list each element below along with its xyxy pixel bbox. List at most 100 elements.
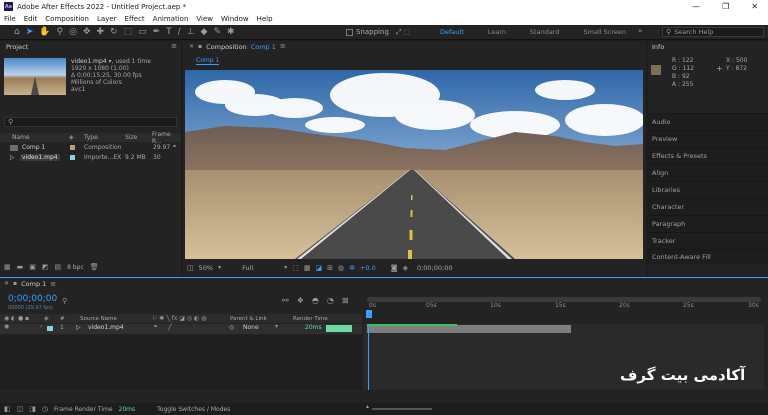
- col-parent-link[interactable]: Parent & Link: [230, 316, 267, 322]
- grid-icon[interactable]: ⊞: [327, 264, 333, 272]
- flowchart-icon[interactable]: ⚭: [172, 144, 177, 150]
- mask-visibility-icon[interactable]: ◪: [315, 264, 322, 272]
- minimize-icon[interactable]: —: [692, 2, 700, 11]
- project-tab[interactable]: Project: [6, 43, 28, 51]
- parent-select[interactable]: None: [243, 324, 259, 331]
- col-name[interactable]: Name: [12, 134, 30, 141]
- col-size[interactable]: Size: [125, 134, 137, 141]
- close-tab-icon[interactable]: ✕: [189, 43, 194, 50]
- resolution-select[interactable]: Full: [242, 264, 253, 272]
- composition-tab[interactable]: Composition: [206, 43, 247, 51]
- paragraph-panel-tab[interactable]: Paragraph: [648, 215, 768, 231]
- align-panel-tab[interactable]: Align: [648, 164, 768, 180]
- audio-panel-tab[interactable]: Audio: [648, 113, 768, 129]
- color-depth-icon[interactable]: ▤: [55, 264, 62, 271]
- info-tab[interactable]: Info: [652, 43, 664, 51]
- menu-help[interactable]: Help: [257, 15, 273, 23]
- timeline-tab[interactable]: Comp 1: [21, 280, 46, 288]
- content-aware-fill-panel-tab[interactable]: Content-Aware Fill: [648, 249, 768, 264]
- playhead-marker[interactable]: [366, 310, 372, 318]
- col-render-time[interactable]: Render Time: [293, 316, 328, 322]
- home-icon[interactable]: ⌂: [14, 27, 20, 37]
- zoom-tool-icon[interactable]: ⚲: [56, 27, 63, 37]
- new-folder-icon[interactable]: ▬: [17, 264, 24, 271]
- menu-composition[interactable]: Composition: [45, 15, 89, 23]
- panel-menu-icon[interactable]: ≡: [171, 43, 177, 50]
- clone-stamp-tool-icon[interactable]: ⊥: [187, 27, 195, 37]
- effects-presets-panel-tab[interactable]: Effects & Presets: [648, 147, 768, 163]
- snapshot-icon[interactable]: ◙: [391, 264, 398, 272]
- eraser-tool-icon[interactable]: ◆: [201, 27, 208, 37]
- pan-behind-tool-icon[interactable]: ⬚: [124, 27, 133, 37]
- puppet-tool-icon[interactable]: ✱: [227, 27, 235, 37]
- label-col-icon[interactable]: ◈: [44, 315, 49, 322]
- timeline-timecode[interactable]: 0;00;00;00: [8, 294, 57, 304]
- chevron-down-icon[interactable]: ▾: [218, 265, 221, 271]
- lock-toggle-icon[interactable]: ▪: [25, 315, 29, 322]
- menu-file[interactable]: File: [4, 15, 16, 23]
- shy-layers-icon[interactable]: ◓: [312, 297, 319, 305]
- zoom-slider[interactable]: [372, 408, 432, 410]
- workspace-standard[interactable]: Standard: [530, 28, 560, 36]
- label-col-icon[interactable]: ◈: [69, 134, 74, 141]
- type-tool-icon[interactable]: T: [166, 27, 172, 37]
- preview-panel-tab[interactable]: Preview: [648, 130, 768, 146]
- timeline-search-input[interactable]: ⚲: [60, 297, 160, 306]
- layer-name[interactable]: video1.mp4: [88, 324, 124, 331]
- panel-menu-icon[interactable]: ≡: [280, 43, 286, 50]
- pan-tool-icon[interactable]: ✥: [83, 27, 91, 37]
- search-help-box[interactable]: ⚲ Search Help: [662, 27, 764, 37]
- selection-tool-icon[interactable]: ➤: [26, 27, 34, 37]
- menu-animation[interactable]: Animation: [153, 15, 189, 23]
- maximize-icon[interactable]: ❐: [722, 2, 729, 11]
- pen-tool-icon[interactable]: ✒: [153, 27, 161, 37]
- lock-icon[interactable]: ▪: [198, 43, 202, 50]
- interpret-footage-icon[interactable]: ▦: [4, 264, 11, 271]
- always-preview-icon[interactable]: ◫: [187, 264, 194, 272]
- exposure-value[interactable]: +0.0: [360, 264, 376, 272]
- channel-icon[interactable]: ◍: [338, 264, 344, 272]
- dolly-tool-icon[interactable]: ✚: [96, 27, 104, 37]
- col-type[interactable]: Type: [84, 134, 98, 141]
- draft-3d-icon[interactable]: ❖: [297, 297, 304, 305]
- quality-switch-icon[interactable]: ╱: [168, 324, 172, 331]
- close-tab-icon[interactable]: ✕: [4, 281, 9, 287]
- composition-viewer[interactable]: [185, 70, 643, 259]
- orbit-tool-icon[interactable]: ◎: [69, 27, 77, 37]
- audio-toggle-icon[interactable]: ◖: [11, 315, 14, 322]
- comp-timecode[interactable]: 0;00;00;00: [417, 264, 453, 272]
- transparency-grid-icon[interactable]: ▦: [304, 264, 311, 272]
- project-search-input[interactable]: ⚲: [4, 117, 177, 127]
- bpc-label[interactable]: 8 bpc: [67, 264, 84, 271]
- new-comp-icon[interactable]: ▣: [29, 264, 36, 271]
- zoom-select[interactable]: 50%: [199, 264, 213, 272]
- composition-tab-comp[interactable]: Comp 1: [251, 43, 276, 51]
- shy-switch-icon[interactable]: ⚭: [153, 324, 158, 330]
- comp-subtab[interactable]: Comp 1: [196, 57, 220, 65]
- menu-effect[interactable]: Effect: [125, 15, 145, 23]
- roto-brush-tool-icon[interactable]: ✎: [213, 27, 221, 37]
- toggle-switches-modes[interactable]: Toggle Switches / Modes: [157, 406, 230, 413]
- delete-icon[interactable]: 🗑: [90, 264, 99, 271]
- chevron-down-icon[interactable]: ▾: [284, 265, 287, 271]
- menu-edit[interactable]: Edit: [24, 15, 38, 23]
- libraries-panel-tab[interactable]: Libraries: [648, 181, 768, 197]
- col-source-name[interactable]: Source Name: [80, 316, 117, 322]
- show-snapshot-icon[interactable]: ◈: [403, 264, 408, 272]
- workspace-small-screen[interactable]: Small Screen: [584, 28, 626, 36]
- chevron-down-icon[interactable]: ▾: [275, 324, 278, 330]
- switches-icons[interactable]: ⚐ ✱ ╲ fx ◪ ◎ ◐ ◍: [152, 315, 206, 322]
- snapping-checkbox[interactable]: [346, 28, 353, 36]
- hand-tool-icon[interactable]: ✋: [39, 27, 50, 37]
- video-toggle-icon[interactable]: ◉: [4, 315, 9, 322]
- close-icon[interactable]: ✕: [751, 2, 758, 11]
- menu-layer[interactable]: Layer: [97, 15, 117, 23]
- timeline-ruler[interactable]: [364, 292, 768, 325]
- motion-blur-icon[interactable]: ◔: [327, 297, 334, 305]
- eye-icon[interactable]: ◉: [4, 324, 9, 330]
- menu-view[interactable]: View: [196, 15, 213, 23]
- parent-pickwhip-icon[interactable]: ◎: [229, 324, 234, 331]
- layer-duration-bar[interactable]: [367, 325, 571, 333]
- brush-tool-icon[interactable]: ∕: [178, 27, 181, 37]
- rotate-tool-icon[interactable]: ↻: [110, 27, 118, 37]
